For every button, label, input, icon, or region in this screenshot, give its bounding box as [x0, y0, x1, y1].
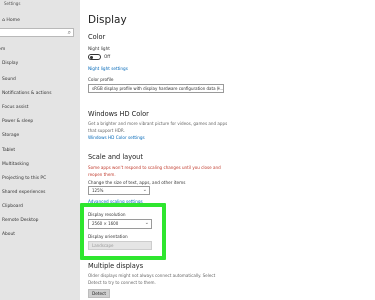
- orientation-dropdown[interactable]: Landscape: [88, 241, 152, 250]
- sidebar-item-shared-experiences[interactable]: Shared experiences: [2, 190, 45, 195]
- section-heading-color: Color: [88, 33, 106, 41]
- display-settings-pane: Display Color Night light Off Night ligh…: [80, 0, 375, 300]
- night-light-toggle[interactable]: [88, 54, 101, 60]
- multiple-displays-description: Older displays might not always connect …: [88, 273, 216, 285]
- color-profile-dropdown[interactable]: sRGB display profile with display hardwa…: [88, 84, 224, 93]
- sidebar-item-focus-assist[interactable]: Focus assist: [2, 105, 28, 110]
- scaling-warning: Some apps won't respond to scaling chang…: [88, 165, 221, 177]
- night-light-settings-link[interactable]: Night light settings: [88, 66, 128, 71]
- sidebar-item-storage[interactable]: Storage: [2, 133, 19, 138]
- section-heading-hd-color: Windows HD Color: [88, 110, 149, 118]
- sidebar-item-power-sleep[interactable]: Power & sleep: [2, 119, 33, 124]
- sidebar-item-projecting[interactable]: Projecting to this PC: [2, 176, 46, 181]
- hd-color-settings-link[interactable]: Windows HD Color settings: [88, 135, 145, 140]
- resolution-label: Display resolution: [88, 212, 126, 217]
- color-profile-label: Color profile: [88, 77, 114, 82]
- night-light-state: Off: [104, 54, 111, 59]
- night-light-label: Night light: [88, 46, 110, 51]
- detect-button[interactable]: Detect: [88, 289, 110, 298]
- settings-search-input[interactable]: ⌕: [0, 28, 74, 37]
- sidebar-category-label: em: [0, 47, 6, 52]
- change-size-label: Change the size of text, apps, and other…: [88, 180, 186, 185]
- chevron-down-icon: ⌄: [144, 220, 149, 226]
- sidebar-item-home[interactable]: ⌂ Home: [2, 18, 20, 23]
- settings-sidebar: Settings ⌂ Home ⌕ em Display Sound Notif…: [0, 0, 80, 300]
- orientation-label: Display orientation: [88, 234, 128, 239]
- chevron-down-icon: ⌄: [142, 187, 147, 193]
- sidebar-item-label: Home: [6, 18, 20, 23]
- section-heading-multiple-displays: Multiple displays: [88, 262, 144, 270]
- page-title: Display: [88, 14, 127, 26]
- resolution-value: 2560 × 1600: [92, 221, 119, 226]
- orientation-value: Landscape: [92, 243, 114, 248]
- scale-dropdown[interactable]: 125% ⌄: [88, 186, 150, 195]
- home-icon: ⌂: [2, 18, 5, 23]
- toggle-knob: [90, 55, 93, 59]
- search-icon: ⌕: [67, 29, 71, 36]
- chevron-down-icon: ⌄: [216, 85, 221, 91]
- hd-color-description: Get a brighter and more vibrant picture …: [88, 121, 228, 133]
- color-profile-value: sRGB display profile with display hardwa…: [92, 86, 224, 91]
- section-heading-scale-layout: Scale and layout: [88, 153, 143, 161]
- sidebar-item-multitasking[interactable]: Multitasking: [2, 162, 29, 167]
- sidebar-item-clipboard[interactable]: Clipboard: [2, 204, 23, 209]
- resolution-dropdown[interactable]: 2560 × 1600 ⌄: [88, 219, 152, 229]
- sidebar-item-display[interactable]: Display: [2, 61, 18, 66]
- sidebar-item-remote-desktop[interactable]: Remote Desktop: [2, 218, 38, 223]
- sidebar-item-tablet[interactable]: Tablet: [2, 148, 15, 153]
- sidebar-item-about[interactable]: About: [2, 232, 15, 237]
- sidebar-item-sound[interactable]: Sound: [2, 77, 16, 82]
- sidebar-item-notifications[interactable]: Notifications & actions: [2, 91, 52, 96]
- window-title: Settings: [4, 1, 21, 6]
- scale-value: 125%: [92, 188, 104, 193]
